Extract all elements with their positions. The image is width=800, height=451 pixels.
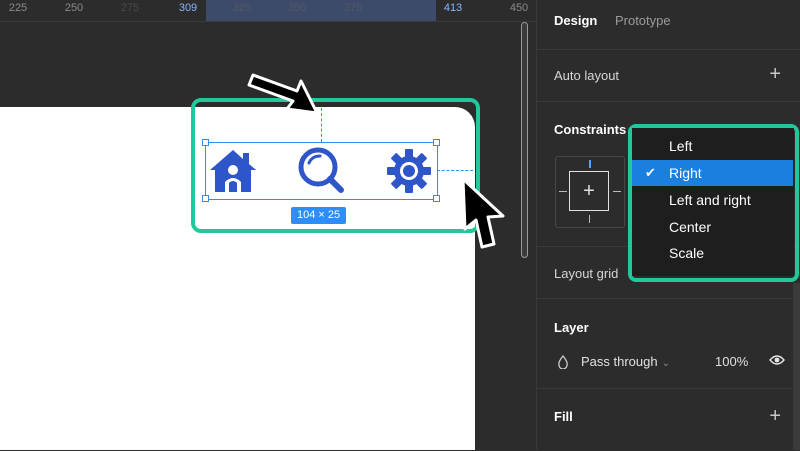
- menu-item-label: Center: [669, 219, 712, 235]
- constraint-top-indicator[interactable]: [589, 160, 591, 168]
- eye-icon[interactable]: [769, 354, 785, 366]
- arrow-cursor-icon: [247, 73, 319, 115]
- menu-item-center[interactable]: Center: [632, 214, 793, 240]
- fill-section: Fill +: [537, 388, 800, 451]
- pointer-cursor-icon: [461, 177, 505, 249]
- layout-grid-label: Layout grid: [554, 266, 619, 281]
- ruler-tick: 275: [120, 2, 140, 14]
- ruler-tick: 450: [509, 2, 529, 14]
- resize-handle-top-right[interactable]: [433, 139, 440, 146]
- plus-icon: +: [583, 180, 595, 202]
- ruler-tick: 250: [64, 2, 84, 14]
- ruler-tick: 350: [287, 2, 307, 14]
- search-icon: [298, 147, 344, 193]
- menu-item-label: Scale: [669, 245, 705, 261]
- fill-label: Fill: [554, 409, 573, 424]
- constraints-label: Constraints: [554, 122, 627, 137]
- gear-icon: [387, 149, 431, 193]
- ruler-tick-selection-end: 413: [443, 2, 463, 14]
- blend-mode-value: Pass through: [581, 354, 658, 369]
- resize-handle-top-left[interactable]: [202, 139, 209, 146]
- panel-tabs: Design Prototype: [554, 13, 685, 28]
- blend-mode-select[interactable]: Pass through ⌄: [581, 354, 670, 369]
- auto-layout-section: Auto layout +: [537, 49, 800, 102]
- constraint-left-indicator[interactable]: [559, 191, 567, 192]
- resize-handle-bottom-left[interactable]: [202, 195, 209, 202]
- constraint-right-indicator[interactable]: [613, 191, 621, 192]
- panel-scrollbar[interactable]: [793, 283, 800, 450]
- tab-prototype[interactable]: Prototype: [615, 13, 671, 28]
- ruler-tick-selection-start: 309: [178, 2, 198, 14]
- layer-label: Layer: [554, 320, 589, 335]
- constraints-widget[interactable]: +: [555, 156, 625, 228]
- menu-item-label: Left: [669, 138, 693, 154]
- menu-item-left[interactable]: Left: [632, 133, 793, 159]
- constraint-bottom-indicator[interactable]: [589, 215, 590, 223]
- blend-mode-drop-icon: [558, 355, 568, 369]
- menu-item-scale[interactable]: Scale: [632, 240, 793, 266]
- constraint-guide-right: [437, 170, 473, 171]
- top-ruler: 225 250 275 309 325 350 375 413 450: [0, 0, 536, 22]
- home-icon: [210, 150, 256, 192]
- ruler-tick: 225: [8, 2, 28, 14]
- opacity-input[interactable]: 100%: [715, 354, 748, 369]
- auto-layout-label: Auto layout: [554, 68, 620, 83]
- layer-section: Layer: [537, 298, 800, 389]
- add-auto-layout-button[interactable]: +: [769, 64, 781, 84]
- menu-item-right[interactable]: ✔ Right: [632, 160, 793, 186]
- checkmark-icon: ✔: [645, 165, 656, 180]
- constraint-center-box[interactable]: +: [569, 171, 609, 211]
- ruler-tick: 375: [343, 2, 363, 14]
- constraint-dropdown-menu: Left ✔ Right Left and right Center Scale: [632, 128, 794, 276]
- chevron-down-icon: ⌄: [661, 358, 670, 369]
- constraint-guide-top: [321, 108, 322, 142]
- canvas-vertical-scrollbar[interactable]: [521, 22, 528, 258]
- scrollbar-thumb[interactable]: [521, 22, 528, 258]
- menu-item-label: Right: [669, 165, 702, 181]
- menu-item-label: Left and right: [669, 192, 751, 208]
- ruler-tick: 325: [232, 2, 252, 14]
- tab-design[interactable]: Design: [554, 13, 597, 28]
- menu-item-left-and-right[interactable]: Left and right: [632, 187, 793, 213]
- resize-handle-bottom-right[interactable]: [433, 195, 440, 202]
- size-badge: 104 × 25: [291, 207, 347, 224]
- add-fill-button[interactable]: +: [769, 406, 781, 426]
